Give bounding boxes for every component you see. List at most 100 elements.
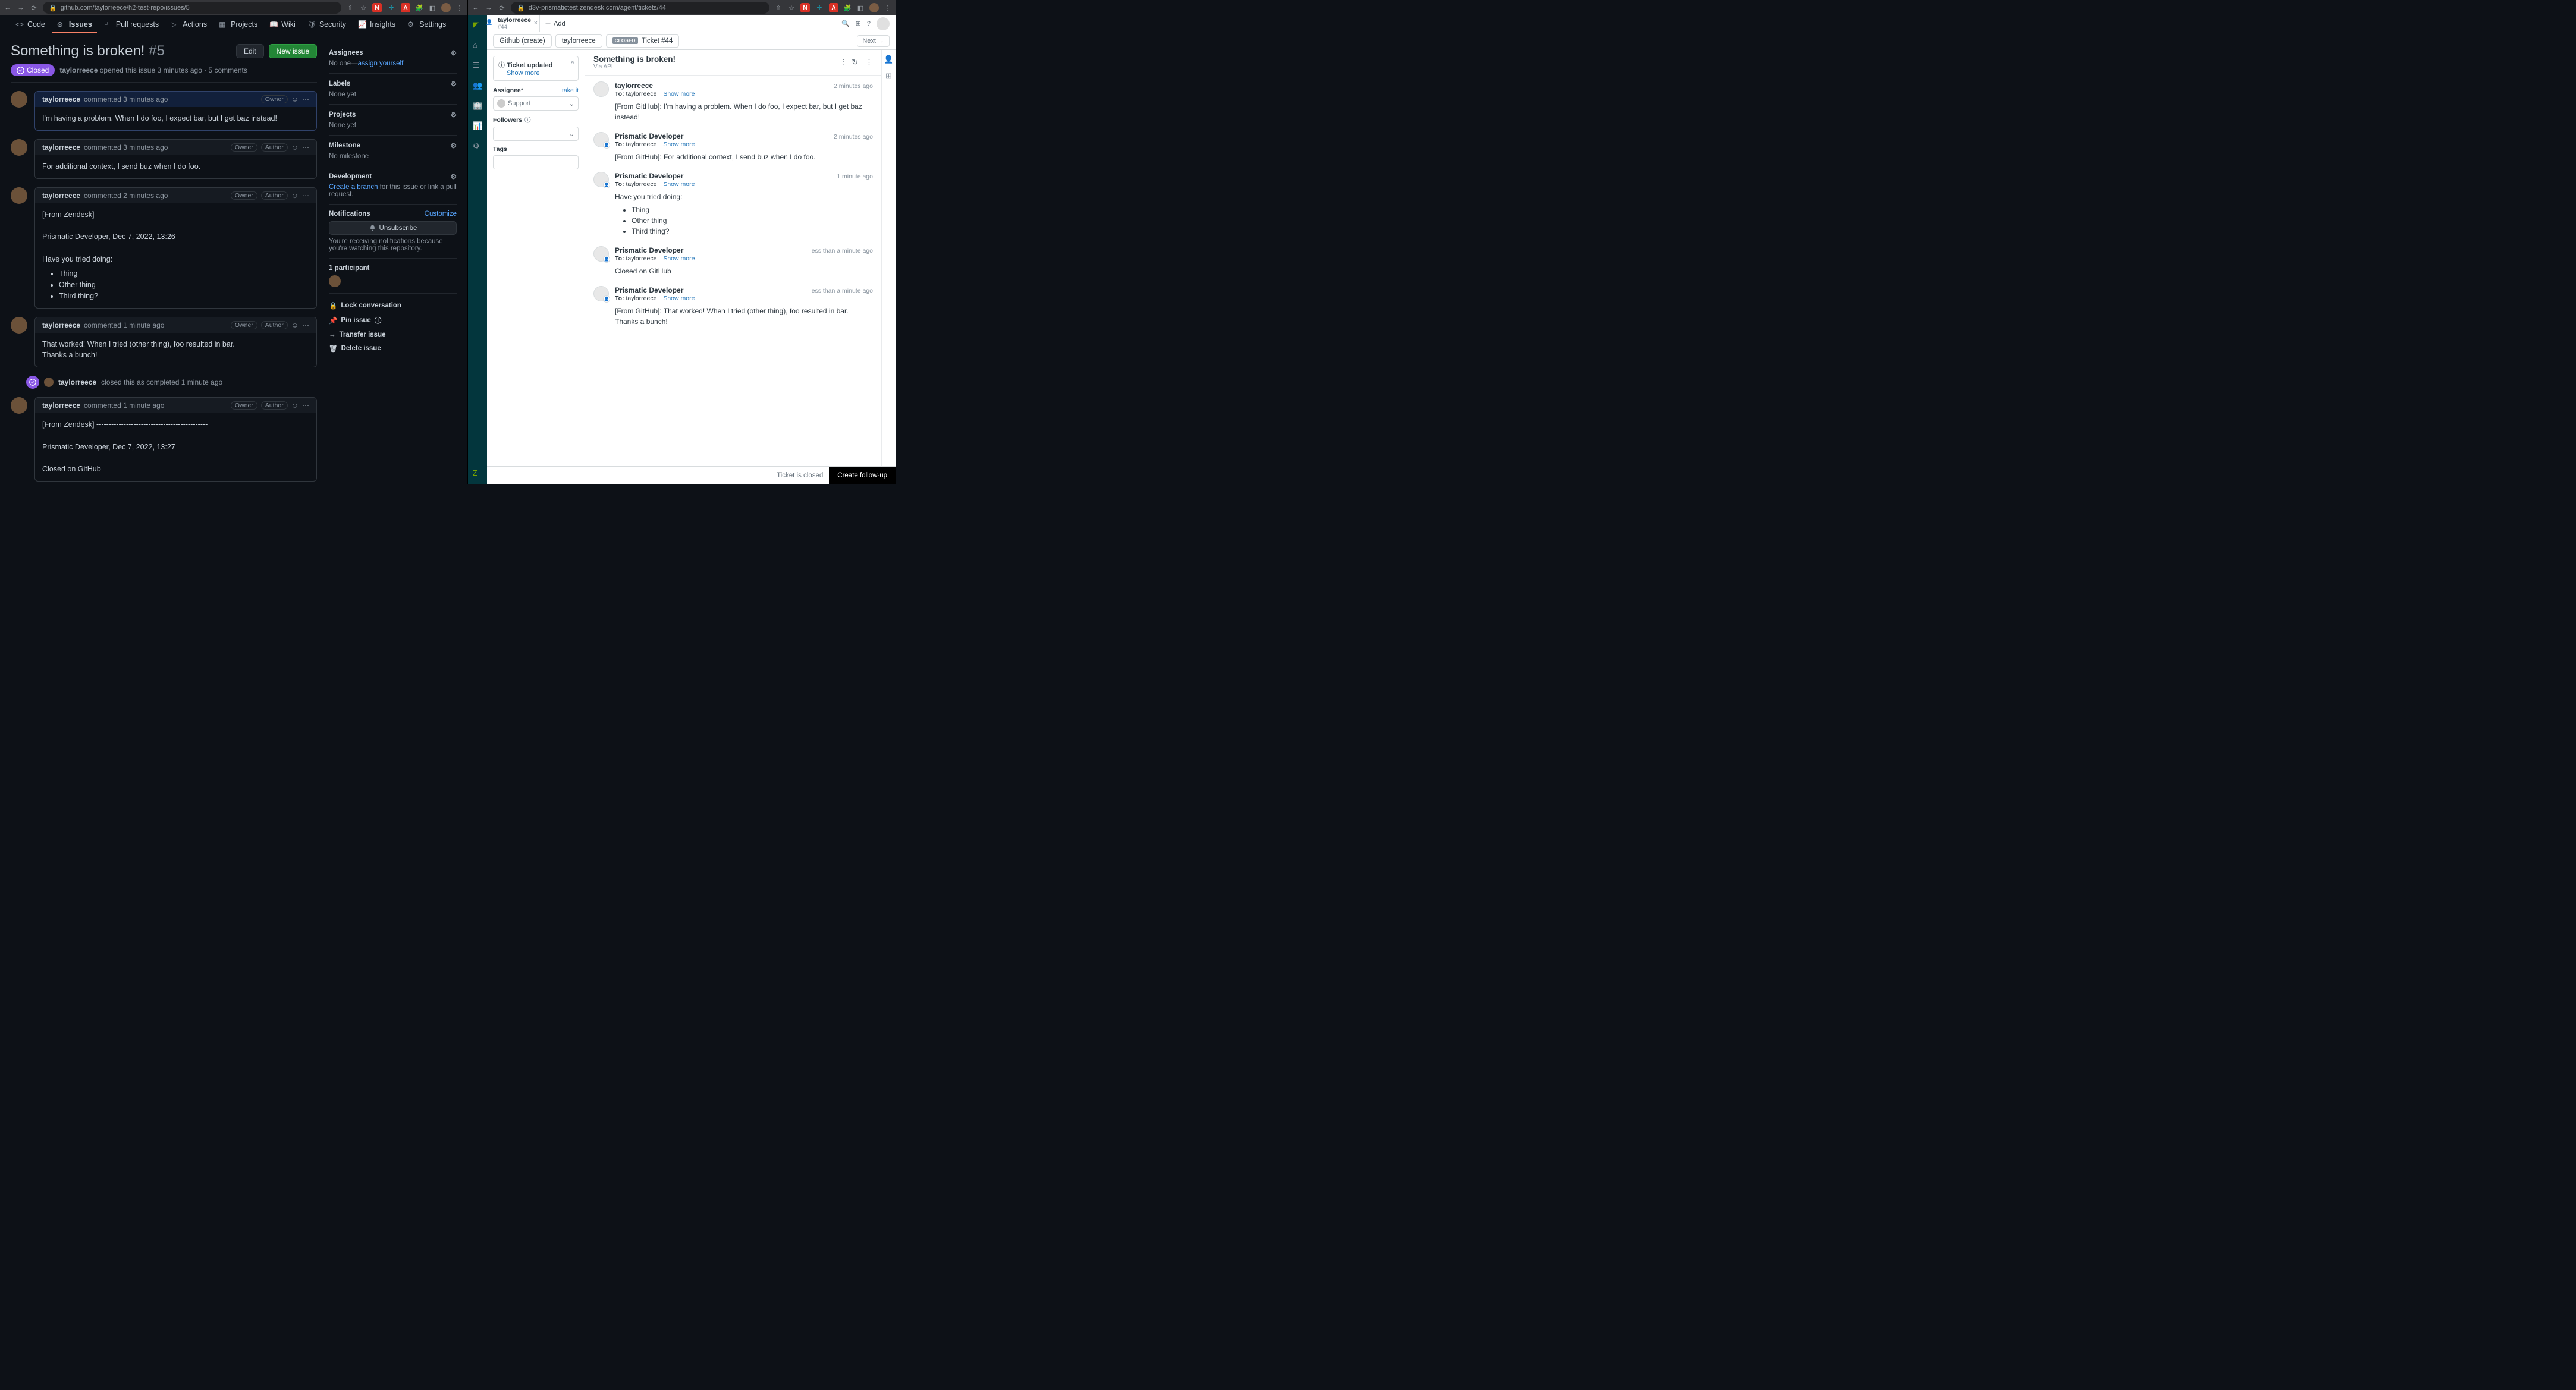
ext-2[interactable]: ✢ — [387, 3, 396, 12]
emoji-icon[interactable]: ☺ — [291, 321, 299, 329]
emoji-icon[interactable]: ☺ — [291, 143, 299, 152]
comment-avatar[interactable] — [11, 397, 27, 414]
kebab-icon[interactable]: ⋯ — [302, 95, 309, 103]
comment-avatar[interactable] — [11, 139, 27, 156]
gear-icon[interactable]: ⚙ — [451, 80, 457, 88]
gear-icon[interactable]: ⚙ — [451, 141, 457, 150]
url-bar[interactable]: 🔒 github.com/taylorreece/h2-test-repo/is… — [43, 2, 341, 14]
repo-tab-issues[interactable]: ⊙Issues — [52, 17, 97, 33]
history-icon[interactable]: ↻ — [852, 58, 858, 67]
pin-issue-action[interactable]: 📌Pin issue ⓘ — [329, 313, 457, 328]
home-icon[interactable]: ⌂ — [473, 40, 482, 50]
edit-button[interactable]: Edit — [236, 44, 264, 58]
menu-icon[interactable]: ⋮ — [884, 4, 892, 12]
show-more-link[interactable]: Show more — [663, 255, 695, 262]
lock-conversation-action[interactable]: 🔒Lock conversation — [329, 298, 457, 313]
comment-avatar[interactable] — [11, 91, 27, 108]
repo-tab-settings[interactable]: ⚙Settings — [403, 17, 451, 33]
org-icon[interactable]: 🏢 — [473, 101, 482, 111]
take-it-link[interactable]: take it — [562, 87, 579, 94]
show-more-link[interactable]: Show more — [663, 181, 695, 188]
profile-avatar[interactable] — [441, 3, 451, 12]
kebab-icon[interactable]: ⋮ — [865, 58, 873, 67]
comment-author-link[interactable]: taylorreece — [42, 401, 80, 410]
ext-1[interactable]: N — [800, 3, 810, 12]
star-icon[interactable]: ☆ — [787, 4, 796, 12]
emoji-icon[interactable]: ☺ — [291, 401, 299, 410]
ext-2[interactable]: ✢ — [815, 3, 824, 12]
comment-author-link[interactable]: taylorreece — [42, 191, 80, 200]
show-more-link[interactable]: Show more — [663, 90, 695, 98]
search-icon[interactable]: 🔍 — [841, 20, 850, 27]
extensions-icon[interactable]: 🧩 — [415, 4, 423, 12]
participant-avatar[interactable] — [329, 275, 341, 287]
share-icon[interactable]: ⇧ — [346, 4, 354, 12]
new-issue-button[interactable]: New issue — [269, 44, 317, 58]
assignee-select[interactable]: Support⌄ — [493, 96, 579, 111]
user-icon[interactable]: 👤 — [884, 55, 893, 64]
kebab-icon[interactable]: ⋯ — [302, 321, 309, 329]
reload-icon[interactable]: ⟳ — [498, 4, 506, 12]
star-icon[interactable]: ☆ — [359, 4, 367, 12]
create-followup-button[interactable]: Create follow-up — [829, 467, 896, 484]
assign-yourself-link[interactable]: assign yourself — [358, 60, 404, 67]
admin-icon[interactable]: ⚙ — [473, 141, 482, 151]
profile-avatar[interactable] — [869, 3, 879, 12]
repo-tab-code[interactable]: <>Code — [11, 17, 50, 33]
followers-select[interactable]: ⌄ — [493, 127, 579, 141]
ext-1[interactable]: N — [372, 3, 382, 12]
comment-author-link[interactable]: taylorreece — [42, 95, 80, 103]
url-bar[interactable]: 🔒 d3v-prismatictest.zendesk.com/agent/ti… — [511, 2, 769, 14]
emoji-icon[interactable]: ☺ — [291, 191, 299, 200]
customize-link[interactable]: Customize — [425, 210, 457, 218]
zendesk-logo-icon[interactable]: ◤ — [473, 20, 482, 30]
views-icon[interactable]: ☰ — [473, 61, 482, 70]
help-icon[interactable]: ? — [867, 20, 871, 27]
emoji-icon[interactable]: ☺ — [291, 95, 299, 103]
customers-icon[interactable]: 👥 — [473, 81, 482, 90]
close-icon[interactable]: × — [571, 59, 574, 66]
repo-tab-security[interactable]: 🛡Security — [303, 17, 351, 33]
subtab-github[interactable]: Github (create) — [493, 34, 552, 48]
next-button[interactable]: Next → — [857, 35, 890, 47]
panel-icon[interactable]: ◧ — [856, 4, 865, 12]
ext-3[interactable]: A — [401, 3, 410, 12]
comment-author-link[interactable]: taylorreece — [42, 143, 80, 152]
kebab-icon[interactable]: ⋯ — [302, 191, 309, 200]
unsubscribe-button[interactable]: Unsubscribe — [329, 221, 457, 235]
subtab-ticket[interactable]: CLOSED Ticket #44 — [606, 34, 680, 48]
gear-icon[interactable]: ⚙ — [451, 111, 457, 119]
comment-avatar[interactable] — [11, 187, 27, 204]
repo-tab-insights[interactable]: 📈Insights — [353, 17, 400, 33]
add-tab[interactable]: ＋ Add — [540, 15, 574, 32]
show-more-link[interactable]: Show more — [663, 141, 695, 148]
delete-issue-action[interactable]: 🗑Delete issue — [329, 341, 457, 356]
comment-avatar[interactable] — [11, 317, 27, 334]
back-icon[interactable]: ← — [472, 4, 480, 11]
repo-tab-wiki[interactable]: 📖Wiki — [265, 17, 300, 33]
zendesk-z-icon[interactable]: Z — [473, 468, 482, 478]
share-icon[interactable]: ⇧ — [774, 4, 783, 12]
back-icon[interactable]: ← — [4, 4, 12, 11]
gear-icon[interactable]: ⚙ — [451, 49, 457, 57]
subtab-user[interactable]: taylorreece — [555, 34, 602, 48]
reload-icon[interactable]: ⟳ — [30, 4, 38, 12]
comment-author-link[interactable]: taylorreece — [42, 321, 80, 329]
create-branch-link[interactable]: Create a branch — [329, 184, 378, 191]
reports-icon[interactable]: 📊 — [473, 121, 482, 131]
show-more-link[interactable]: Show more — [663, 295, 695, 302]
gear-icon[interactable]: ⚙ — [451, 172, 457, 181]
repo-tab-actions[interactable]: ▷Actions — [166, 17, 212, 33]
ticket-tab[interactable]: 👤 taylorreece #44 × — [487, 15, 540, 32]
extensions-icon[interactable]: 🧩 — [843, 4, 852, 12]
repo-tab-projects[interactable]: ▦Projects — [214, 17, 262, 33]
kebab-icon[interactable]: ⋯ — [302, 143, 309, 152]
apps-grid-icon[interactable]: ⊞ — [856, 20, 861, 27]
filter-icon[interactable]: ⫶ — [843, 58, 844, 67]
tags-input[interactable] — [493, 155, 579, 169]
show-more-link[interactable]: Show more — [507, 70, 540, 77]
ext-3[interactable]: A — [829, 3, 838, 12]
apps-icon[interactable]: ⊞ — [885, 71, 892, 81]
close-icon[interactable]: × — [534, 20, 538, 27]
kebab-icon[interactable]: ⋯ — [302, 401, 309, 410]
